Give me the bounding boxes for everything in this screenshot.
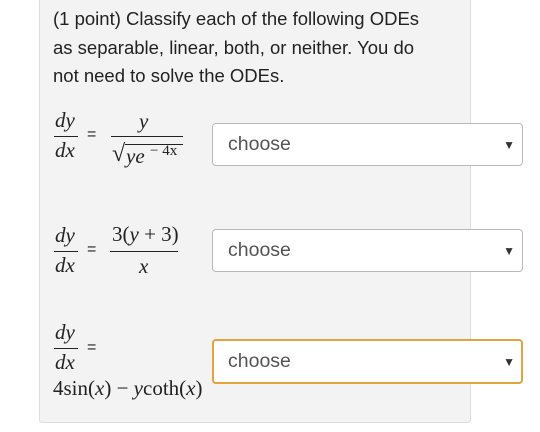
eq3-rhs-part-e: coth( [143,376,187,400]
eq3-lhs-numerator: dy [55,320,75,344]
eq3-rhs-part-b: x [95,376,105,400]
eq1-lhs-denominator: dx [55,138,75,162]
classification-select-2[interactable]: choose ▼ [212,229,523,272]
chevron-down-icon: ▼ [503,138,515,152]
eq1-rhs-fraction-bar [111,136,183,138]
classification-select-1[interactable]: choose ▼ [212,123,523,166]
eq2-num-prefix: 3( [112,222,130,246]
eq2-lhs-denominator: dx [55,253,75,277]
eq2-lhs-numerator: dy [55,223,75,247]
eq3-rhs-part-c: ) − [104,376,134,400]
eq1-radical-sign: √ [112,141,126,167]
eq1-lhs-numerator: dy [55,108,75,132]
eq1-rhs-exponent: − 4x [150,143,178,159]
select-2-value: choose [228,239,291,261]
eq2-num-variable: y [129,222,139,246]
eq3-equals-sign: = [87,339,97,356]
chevron-down-icon: ▼ [503,244,515,258]
eq3-rhs-part-g: ) [195,376,203,400]
eq3-lhs-denominator: dx [55,350,75,374]
chevron-down-icon: ▼ [503,355,515,369]
select-3-value: choose [228,350,291,372]
eq2-equals-sign: = [87,241,97,258]
prompt-line-1: Classify each of the following ODEs [126,8,420,29]
select-1-value: choose [228,133,291,155]
eq2-num-suffix: + 3) [138,222,179,246]
prompt-line-3: not need to solve the ODEs. [53,65,285,86]
prompt-line-2: as separable, linear, both, or neither. … [53,36,415,58]
classification-select-3[interactable]: choose ▼ [212,339,523,384]
eq1-rhs-denominator-base: ye [126,144,145,168]
eq2-rhs-fraction-bar [110,251,178,253]
eq2-rhs-denominator: x [139,254,149,278]
eq1-rhs-numerator: y [139,109,149,133]
eq2-rhs-numerator: 3(y + 3) [112,222,179,247]
eq3-rhs-part-d: y [133,376,143,400]
eq3-rhs-expression: 4sin(x) − ycoth(x) [53,376,202,401]
eq1-equals-sign: = [87,126,97,143]
points-label: (1 point) [53,8,121,29]
question-prompt: (1 point) Classify each of the following… [53,5,463,91]
eq3-rhs-part-a: 4sin( [53,376,95,400]
